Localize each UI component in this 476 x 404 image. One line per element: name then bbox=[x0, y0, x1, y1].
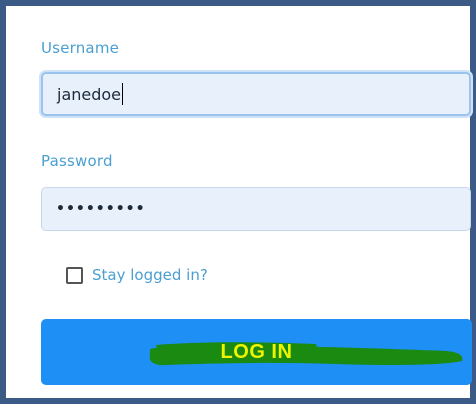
login-form: Username janedoe Password ••••••••• Stay… bbox=[0, 0, 476, 404]
password-label: Password bbox=[41, 152, 113, 170]
username-value: janedoe bbox=[57, 84, 122, 104]
password-input[interactable]: ••••••••• bbox=[41, 187, 471, 231]
username-label: Username bbox=[41, 39, 120, 57]
password-masked-value: ••••••••• bbox=[56, 201, 146, 217]
stay-logged-in-label[interactable]: Stay logged in? bbox=[92, 266, 208, 284]
stay-logged-in-checkbox[interactable] bbox=[66, 266, 83, 284]
login-button-label: LOG IN bbox=[220, 341, 293, 363]
stay-logged-in-row[interactable]: Stay logged in? bbox=[66, 266, 208, 284]
username-input[interactable]: janedoe bbox=[41, 72, 471, 116]
text-cursor bbox=[122, 83, 124, 105]
login-button[interactable]: LOG IN bbox=[41, 319, 472, 385]
